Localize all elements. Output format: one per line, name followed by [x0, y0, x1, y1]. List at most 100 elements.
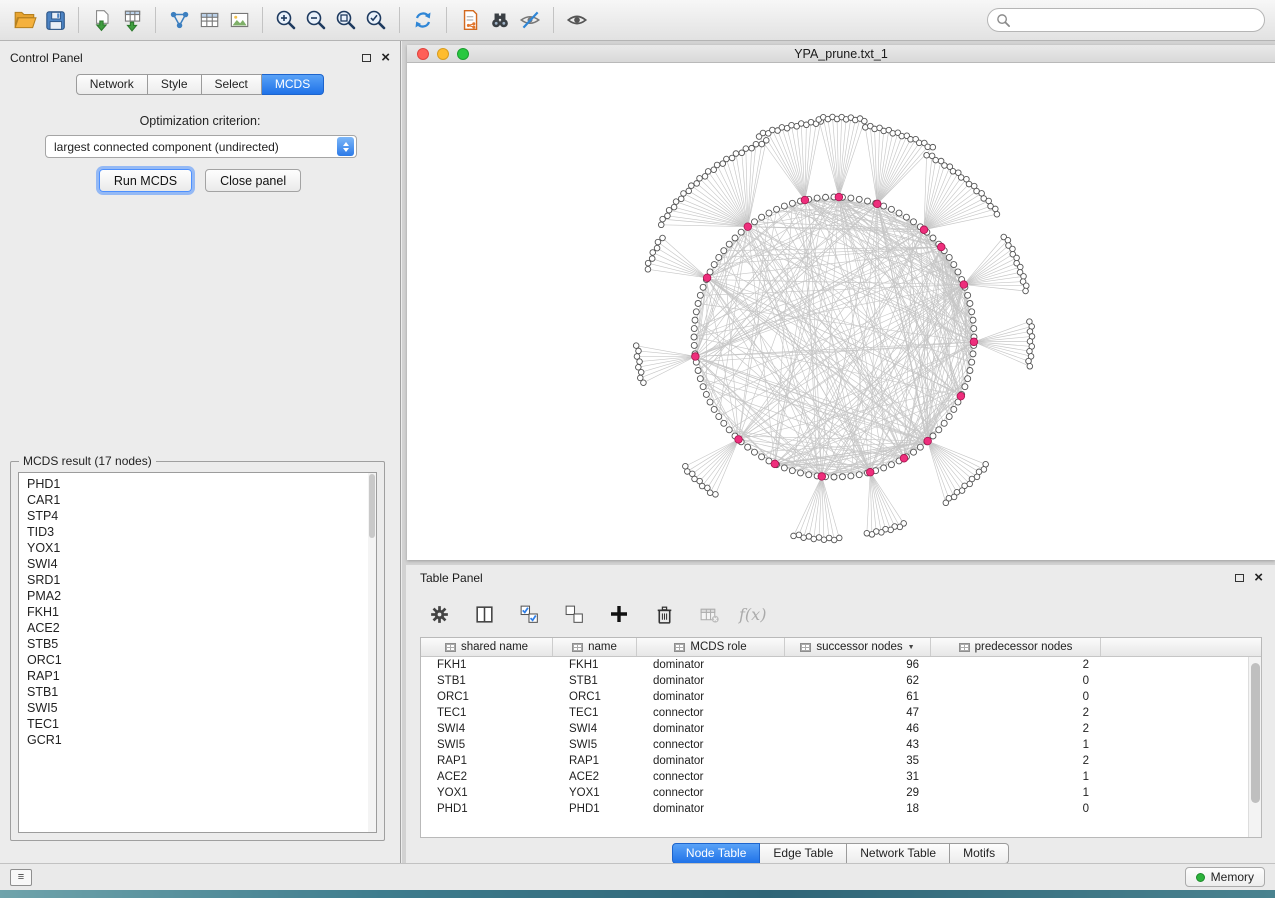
- column-header-MCDS-role[interactable]: MCDS role: [637, 638, 785, 656]
- zoom-fit-button[interactable]: [331, 5, 361, 35]
- panel-toggle-button[interactable]: ≡: [10, 869, 32, 886]
- table-scrollbar[interactable]: [1248, 657, 1261, 837]
- close-panel-button[interactable]: Close panel: [205, 169, 301, 192]
- table-cell[interactable]: connector: [637, 785, 785, 801]
- filter-button[interactable]: [515, 5, 545, 35]
- network-canvas[interactable]: [407, 63, 1275, 560]
- export-image-button[interactable]: [224, 5, 254, 35]
- table-cell[interactable]: YOX1: [553, 785, 637, 801]
- list-item[interactable]: GCR1: [19, 732, 376, 748]
- close-table-panel-icon[interactable]: ×: [1254, 573, 1263, 583]
- table-row[interactable]: ORC1ORC1dominator610: [421, 689, 1261, 705]
- table-cell[interactable]: RAP1: [553, 753, 637, 769]
- table-row[interactable]: PHD1PHD1dominator180: [421, 801, 1261, 817]
- close-panel-icon[interactable]: ×: [381, 53, 390, 63]
- table-cell[interactable]: SWI4: [553, 721, 637, 737]
- table-cell[interactable]: 0: [931, 689, 1101, 705]
- list-item[interactable]: TID3: [19, 524, 376, 540]
- table-cell[interactable]: 62: [785, 673, 931, 689]
- table-cell[interactable]: 1: [931, 737, 1101, 753]
- table-cell[interactable]: 0: [931, 801, 1101, 817]
- optimization-dropdown[interactable]: largest connected component (undirected): [45, 135, 357, 158]
- table-cell[interactable]: YOX1: [421, 785, 553, 801]
- list-item[interactable]: SRD1: [19, 572, 376, 588]
- table-cell[interactable]: 2: [931, 705, 1101, 721]
- table-cell[interactable]: 43: [785, 737, 931, 753]
- column-header-shared-name[interactable]: shared name: [421, 638, 553, 656]
- refresh-view-button[interactable]: [408, 5, 438, 35]
- list-item[interactable]: FKH1: [19, 604, 376, 620]
- list-item[interactable]: STB5: [19, 636, 376, 652]
- tab-network[interactable]: Network: [76, 74, 148, 95]
- memory-button[interactable]: Memory: [1185, 867, 1265, 887]
- tab-network-table[interactable]: Network Table: [847, 843, 950, 864]
- table-cell[interactable]: connector: [637, 769, 785, 785]
- table-cell[interactable]: connector: [637, 705, 785, 721]
- table-cell[interactable]: SWI5: [553, 737, 637, 753]
- table-row[interactable]: SWI5SWI5connector431: [421, 737, 1261, 753]
- list-item[interactable]: TEC1: [19, 716, 376, 732]
- table-cell[interactable]: 1: [931, 785, 1101, 801]
- table-row[interactable]: TEC1TEC1connector472: [421, 705, 1261, 721]
- list-item[interactable]: CAR1: [19, 492, 376, 508]
- new-network-button[interactable]: [164, 5, 194, 35]
- float-panel-icon[interactable]: [362, 54, 371, 62]
- search-network-button[interactable]: [485, 5, 515, 35]
- table-cell[interactable]: dominator: [637, 673, 785, 689]
- table-cell[interactable]: SWI4: [421, 721, 553, 737]
- list-item[interactable]: SWI5: [19, 700, 376, 716]
- select-all-button[interactable]: [514, 599, 544, 629]
- table-cell[interactable]: 47: [785, 705, 931, 721]
- table-settings-button[interactable]: [424, 599, 454, 629]
- list-item[interactable]: ACE2: [19, 620, 376, 636]
- list-item[interactable]: PHD1: [19, 476, 376, 492]
- zoom-out-button[interactable]: [301, 5, 331, 35]
- column-header-successor-nodes[interactable]: successor nodes▼: [785, 638, 931, 656]
- table-cell[interactable]: dominator: [637, 657, 785, 673]
- table-cell[interactable]: dominator: [637, 689, 785, 705]
- function-builder-button[interactable]: f(x): [739, 605, 766, 624]
- table-cell[interactable]: ORC1: [553, 689, 637, 705]
- table-cell[interactable]: 61: [785, 689, 931, 705]
- table-cell[interactable]: connector: [637, 737, 785, 753]
- search-box[interactable]: [987, 8, 1265, 32]
- table-row[interactable]: RAP1RAP1dominator352: [421, 753, 1261, 769]
- table-cell[interactable]: ORC1: [421, 689, 553, 705]
- table-cell[interactable]: 29: [785, 785, 931, 801]
- search-input[interactable]: [1011, 13, 1256, 27]
- table-cell[interactable]: ACE2: [421, 769, 553, 785]
- table-cell[interactable]: 0: [931, 673, 1101, 689]
- table-cell[interactable]: TEC1: [553, 705, 637, 721]
- import-table-button[interactable]: [117, 5, 147, 35]
- table-cell[interactable]: 31: [785, 769, 931, 785]
- table-row[interactable]: FKH1FKH1dominator962: [421, 657, 1261, 673]
- float-table-panel-icon[interactable]: [1235, 574, 1244, 582]
- table-row[interactable]: SWI4SWI4dominator462: [421, 721, 1261, 737]
- show-columns-button[interactable]: [469, 599, 499, 629]
- table-row[interactable]: STB1STB1dominator620: [421, 673, 1261, 689]
- delete-table-button[interactable]: [694, 599, 724, 629]
- open-session-button[interactable]: [10, 5, 40, 35]
- network-window-titlebar[interactable]: YPA_prune.txt_1: [407, 45, 1275, 63]
- tab-mcds[interactable]: MCDS: [262, 74, 324, 95]
- tab-edge-table[interactable]: Edge Table: [760, 843, 847, 864]
- table-cell[interactable]: dominator: [637, 801, 785, 817]
- table-cell[interactable]: PHD1: [553, 801, 637, 817]
- table-cell[interactable]: 46: [785, 721, 931, 737]
- window-minimize-icon[interactable]: [437, 48, 449, 60]
- table-cell[interactable]: ACE2: [553, 769, 637, 785]
- show-details-button[interactable]: [562, 5, 592, 35]
- table-cell[interactable]: SWI5: [421, 737, 553, 753]
- tab-select[interactable]: Select: [202, 74, 262, 95]
- tab-style[interactable]: Style: [148, 74, 202, 95]
- list-item[interactable]: STP4: [19, 508, 376, 524]
- list-item[interactable]: PMA2: [19, 588, 376, 604]
- table-cell[interactable]: STB1: [421, 673, 553, 689]
- table-cell[interactable]: dominator: [637, 721, 785, 737]
- delete-column-button[interactable]: [649, 599, 679, 629]
- table-cell[interactable]: 1: [931, 769, 1101, 785]
- table-cell[interactable]: STB1: [553, 673, 637, 689]
- list-item[interactable]: ORC1: [19, 652, 376, 668]
- mcds-list-scrollbar[interactable]: [368, 473, 376, 832]
- new-table-button[interactable]: [194, 5, 224, 35]
